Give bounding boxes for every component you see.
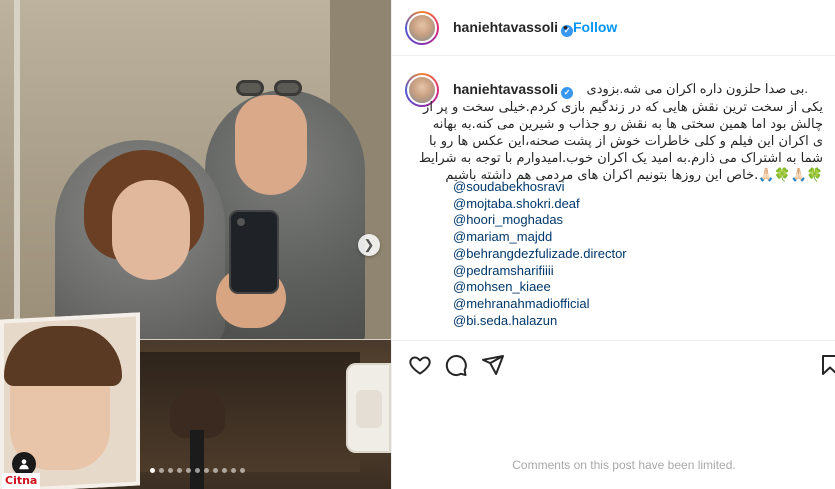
chevron-right-icon[interactable]: ❯ (358, 234, 380, 256)
avatar[interactable] (405, 11, 439, 45)
mention-link[interactable]: @hoori_moghadas (453, 212, 627, 229)
comments-limited-notice: Comments on this post have been limited. (512, 458, 736, 472)
caption-username[interactable]: haniehtavassoli (453, 81, 558, 97)
photo-brush-stick (190, 430, 204, 489)
post-details-panel: haniehtavassoli ✓ • Follow haniehtavassol… (391, 0, 835, 489)
share-icon[interactable] (481, 353, 505, 377)
carousel-dot (168, 468, 173, 473)
caption-body: یکی از سخت ترین نقش هایی که در زندگیم با… (418, 99, 823, 184)
mention-link[interactable]: @mehranahmadiofficial (453, 296, 627, 313)
caption-mentions: @soudabekhosravi @mojtaba.shokri.deaf @h… (453, 179, 627, 329)
photo-mirror-frame (14, 0, 391, 345)
caption-first-line: .بی صدا حلزون داره اکران می شه.بزودی (586, 81, 808, 96)
comment-icon[interactable] (444, 353, 468, 377)
carousel-dots (150, 468, 245, 473)
header-separator: • (563, 19, 568, 35)
carousel-dot (150, 468, 155, 473)
mention-link[interactable]: @pedramsharifiiii (453, 263, 627, 280)
carousel-dot (159, 468, 164, 473)
brand-logo: Citna (2, 473, 41, 489)
carousel-dot (213, 468, 218, 473)
post-photo[interactable]: ❯ Citna (0, 0, 391, 489)
mention-link[interactable]: @bi.seda.halazun (453, 313, 627, 330)
mention-link[interactable]: @mohsen_kiaee (453, 279, 627, 296)
bookmark-icon[interactable] (818, 353, 835, 377)
mention-link[interactable]: @soudabekhosravi (453, 179, 627, 196)
mention-link[interactable]: @mojtaba.shokri.deaf (453, 196, 627, 213)
mention-link[interactable]: @mariam_majdd (453, 229, 627, 246)
carousel-dot (240, 468, 245, 473)
carousel-dot (222, 468, 227, 473)
post-caption: haniehtavassoli ✓ .بی صدا حلزون داره اکرا… (392, 56, 835, 340)
caption-username-wrap[interactable]: haniehtavassoli ✓ (453, 81, 574, 99)
carousel-dot (204, 468, 209, 473)
carousel-dot (231, 468, 236, 473)
post-header: haniehtavassoli ✓ • Follow (392, 0, 835, 56)
post-actions (392, 340, 835, 388)
carousel-dot (186, 468, 191, 473)
heart-icon[interactable] (408, 353, 432, 377)
carousel-dot (195, 468, 200, 473)
header-username[interactable]: haniehtavassoli (453, 19, 558, 35)
verified-badge-icon: ✓ (561, 87, 574, 99)
header-username-wrap[interactable]: haniehtavassoli ✓ (453, 19, 574, 37)
mention-link[interactable]: @behrangdezfulizade.director (453, 246, 627, 263)
caption-line: ی اکران این فیلم و کلی خاطرات خوش از پشت… (429, 134, 823, 149)
caption-line: چالش بود اما همین سختی ها به نقش رو جذاب… (432, 117, 823, 132)
caption-line: یکی از سخت ترین نقش هایی که در زندگیم با… (423, 100, 823, 115)
caption-line: شما به اشتراک می ذارم.به امید یک اکران خ… (418, 151, 823, 166)
carousel-dot (177, 468, 182, 473)
photo-light-switch-inner (356, 390, 382, 428)
follow-button[interactable]: Follow (573, 19, 617, 35)
